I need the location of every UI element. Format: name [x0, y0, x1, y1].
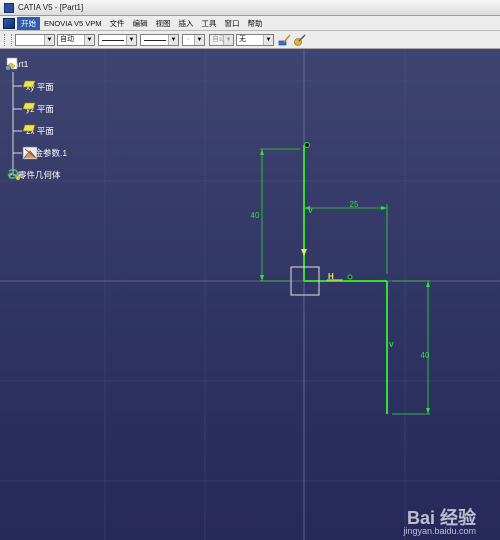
mid-point [347, 274, 353, 280]
menu-file[interactable]: 文件 [106, 17, 129, 30]
menu-window[interactable]: 窗口 [221, 17, 244, 30]
layer-filter-value: 无 [239, 36, 246, 43]
chevron-down-icon: ▼ [84, 35, 94, 45]
menu-view[interactable]: 视图 [152, 17, 175, 30]
chevron-down-icon: ▼ [194, 35, 204, 45]
tree-item-yz-plane[interactable]: yz 平面 [22, 102, 54, 116]
tree-item-label: 零件几何体 [18, 170, 61, 180]
chevron-down-icon: ▼ [223, 35, 233, 45]
graphics-area[interactable]: 40 25 40 V H V Part1 xy 平面 yz 平面 zx 平面 钣… [0, 49, 500, 540]
watermark-brand: Bai 经验 [406, 508, 476, 528]
linetype-preview [144, 40, 166, 41]
menu-edit[interactable]: 编辑 [129, 17, 152, 30]
tree-item-xy-plane[interactable]: xy 平面 [22, 80, 54, 94]
watermark-url: jingyan.baidu.com [403, 526, 476, 536]
sheetmetal-parameters-icon [22, 146, 38, 160]
transparency-value: 自动 [60, 36, 74, 43]
constraint-vertical-left: V [308, 208, 313, 215]
painter-brush-icon[interactable] [277, 33, 291, 47]
line-width-dropdown[interactable]: ▼ [98, 34, 137, 46]
point-type-dropdown[interactable]: · ▼ [182, 34, 205, 46]
part-icon [5, 57, 18, 71]
catia-app-icon [4, 2, 14, 13]
menu-bar: 开始 ENOVIA V5 VPM 文件 编辑 视图 插入 工具 窗口 帮助 [0, 16, 500, 31]
menu-insert[interactable]: 插入 [175, 17, 198, 30]
color-dropdown[interactable]: ▼ [15, 34, 55, 46]
tree-item-part-body[interactable]: + 零件几何体 [6, 168, 61, 182]
menu-start[interactable]: 开始 [17, 16, 40, 30]
specification-tree: Part1 xy 平面 yz 平面 zx 平面 钣金参数.1 + 零件几何体 [0, 49, 130, 199]
window-title: CATIA V5 - [Part1] [18, 3, 84, 12]
dimension-right-height[interactable]: 40 [421, 351, 430, 360]
part-body-icon [8, 168, 20, 180]
point-dot: · [187, 36, 190, 43]
chevron-down-icon: ▼ [126, 35, 136, 45]
chevron-down-icon: ▼ [168, 35, 178, 45]
tree-item-zx-plane[interactable]: zx 平面 [22, 124, 54, 138]
chevron-down-icon: ▼ [263, 35, 273, 45]
toolbar-grip[interactable] [4, 34, 12, 46]
menu-enovia[interactable]: ENOVIA V5 VPM [40, 17, 106, 30]
layer-dropdown[interactable]: 自动 ▼ [209, 34, 234, 46]
constraint-vertical-right: V [389, 342, 394, 349]
title-bar: CATIA V5 - [Part1] [0, 0, 500, 16]
menu-tools[interactable]: 工具 [198, 17, 221, 30]
tree-root-part1[interactable]: Part1 [4, 57, 28, 71]
dimension-width[interactable]: 25 [350, 200, 359, 209]
linetype-dropdown[interactable]: ▼ [140, 34, 179, 46]
baidu-watermark: Bai 经验 jingyan.baidu.com [403, 504, 476, 536]
direction-arrow-icon [301, 249, 307, 256]
start-point [304, 142, 310, 148]
plane-icon [22, 102, 36, 110]
layer-filter-dropdown[interactable]: 无 ▼ [236, 34, 274, 46]
catia-logo-icon[interactable] [3, 17, 15, 29]
tree-item-sheetmetal-parameters[interactable]: 钣金参数.1 [22, 146, 67, 160]
sketch-profile[interactable] [303, 145, 388, 414]
graphic-properties-toolbar: ▼ 自动 ▼ ▼ ▼ · ▼ 自动 ▼ 无 ▼ [0, 31, 500, 49]
line-width-preview [102, 40, 124, 41]
menu-help[interactable]: 帮助 [244, 17, 267, 30]
plane-icon [22, 124, 36, 132]
chevron-down-icon: ▼ [44, 35, 54, 45]
dimension-left-height[interactable]: 40 [251, 211, 260, 220]
transparency-dropdown[interactable]: 自动 ▼ [57, 34, 95, 46]
plane-icon [22, 80, 36, 88]
graphic-properties-icon[interactable] [292, 33, 306, 47]
